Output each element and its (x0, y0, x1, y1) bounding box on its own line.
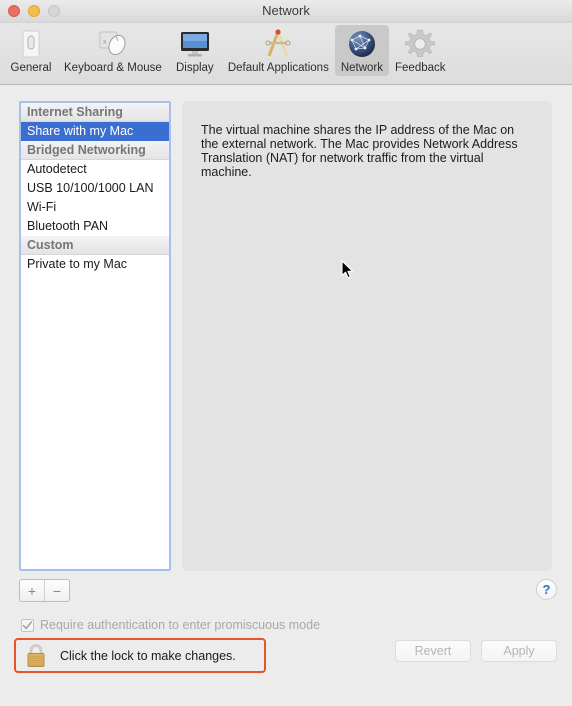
add-remove-segmented-control: + − (19, 579, 70, 602)
detail-pane: The virtual machine shares the IP addres… (182, 101, 552, 571)
gear-icon (404, 28, 436, 60)
list-item-wifi[interactable]: Wi-Fi (21, 198, 169, 217)
lock-closed-icon[interactable] (24, 642, 48, 670)
promiscuous-mode-row[interactable]: Require authentication to enter promiscu… (21, 618, 320, 632)
list-group-header: Bridged Networking (21, 141, 169, 160)
window-controls (8, 5, 60, 17)
toolbar-item-default-applications[interactable]: Default Applications (222, 25, 335, 76)
preferences-toolbar: General x Keyboard & Mouse Display Defau… (0, 23, 572, 85)
promiscuous-mode-checkbox[interactable] (21, 618, 34, 632)
add-button[interactable]: + (20, 580, 44, 601)
checkmark-icon (22, 620, 33, 629)
list-item-autodetect[interactable]: Autodetect (21, 160, 169, 179)
titlebar: Network (0, 0, 572, 23)
apply-button[interactable]: Apply (481, 640, 557, 662)
network-configuration-list[interactable]: Internet Sharing Share with my Mac Bridg… (19, 101, 171, 571)
close-button[interactable] (8, 5, 20, 17)
list-item-usb-lan[interactable]: USB 10/100/1000 LAN (21, 179, 169, 198)
promiscuous-mode-label: Require authentication to enter promiscu… (40, 618, 321, 632)
toolbar-label: Network (340, 62, 384, 74)
list-group-header: Internet Sharing (21, 103, 169, 122)
list-group-header: Custom (21, 236, 169, 255)
preferences-window: Network General x Keyboard & Mouse Displ… (0, 0, 572, 706)
network-description-text: The virtual machine shares the IP addres… (201, 123, 518, 179)
remove-button[interactable]: − (44, 580, 69, 601)
switch-icon (15, 28, 47, 60)
window-title: Network (262, 3, 310, 18)
toolbar-label: Display (175, 62, 214, 74)
globe-network-icon (346, 28, 378, 60)
svg-text:x: x (103, 39, 107, 46)
compass-ruler-icon (262, 28, 294, 60)
question-mark-icon: ? (542, 582, 551, 597)
list-item-bluetooth-pan[interactable]: Bluetooth PAN (21, 217, 169, 236)
lock-message: Click the lock to make changes. (60, 648, 236, 663)
minimize-button[interactable] (28, 5, 40, 17)
toolbar-item-general[interactable]: General (4, 25, 58, 76)
display-icon (179, 28, 211, 60)
lock-control-highlighted[interactable]: Click the lock to make changes. (14, 638, 266, 673)
revert-button[interactable]: Revert (395, 640, 471, 662)
content-area: Internet Sharing Share with my Mac Bridg… (0, 85, 572, 706)
toolbar-label: Default Applications (227, 62, 329, 74)
toolbar-item-network[interactable]: Network (334, 25, 390, 76)
action-button-row: Revert Apply (395, 640, 557, 662)
toolbar-item-display[interactable]: Display (168, 25, 222, 76)
toolbar-label: General (10, 62, 52, 74)
list-item-private-to-my-mac[interactable]: Private to my Mac (21, 255, 169, 274)
zoom-button (48, 5, 60, 17)
toolbar-item-keyboard-mouse[interactable]: x Keyboard & Mouse (58, 25, 168, 76)
list-item-share-with-my-mac[interactable]: Share with my Mac (21, 122, 169, 141)
mouse-icon: x (97, 28, 129, 60)
help-button[interactable]: ? (536, 579, 557, 600)
toolbar-label: Keyboard & Mouse (64, 62, 162, 74)
toolbar-item-feedback[interactable]: Feedback (389, 25, 452, 76)
toolbar-label: Feedback (395, 62, 446, 74)
